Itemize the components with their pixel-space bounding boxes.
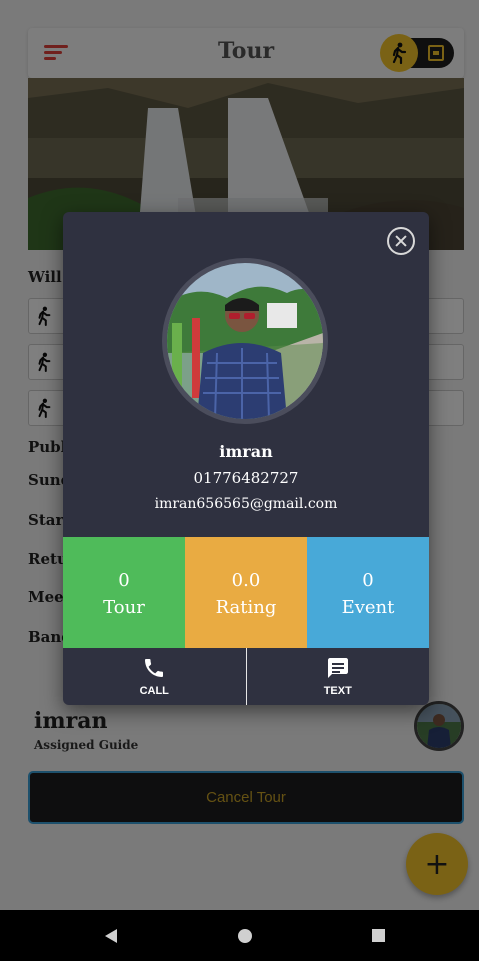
text-label: TEXT (323, 685, 352, 697)
stats-row: 0 Tour 0.0 Rating 0 Event (63, 537, 429, 648)
profile-photo (162, 258, 328, 424)
contact-actions: CALL TEXT (63, 648, 429, 705)
stat-value: 0.0 (231, 570, 261, 591)
stat-label: Rating (215, 597, 277, 618)
stat-label: Event (341, 597, 395, 618)
guide-name: imran (219, 442, 273, 461)
guide-phone: 01776482727 (193, 469, 299, 487)
stat-value: 0 (118, 570, 130, 591)
text-button[interactable]: TEXT (245, 648, 430, 705)
system-navigation-bar (0, 910, 479, 961)
stat-label: Tour (103, 597, 145, 618)
call-label: CALL (139, 685, 169, 697)
guide-email: imran656565@gmail.com (154, 496, 338, 512)
stat-tour: 0 Tour (63, 537, 185, 648)
stat-value: 0 (362, 570, 374, 591)
back-icon[interactable] (105, 929, 117, 943)
stat-event: 0 Event (307, 537, 429, 648)
recent-apps-icon[interactable] (372, 929, 385, 942)
guide-profile-dialog: imran 01776482727 imran656565@gmail.com … (63, 212, 429, 705)
close-circle-icon[interactable] (387, 227, 415, 255)
stat-rating: 0.0 Rating (185, 537, 307, 648)
call-button[interactable]: CALL (63, 648, 246, 705)
phone-icon (145, 659, 164, 677)
home-icon[interactable] (238, 929, 252, 943)
message-icon (327, 658, 348, 678)
